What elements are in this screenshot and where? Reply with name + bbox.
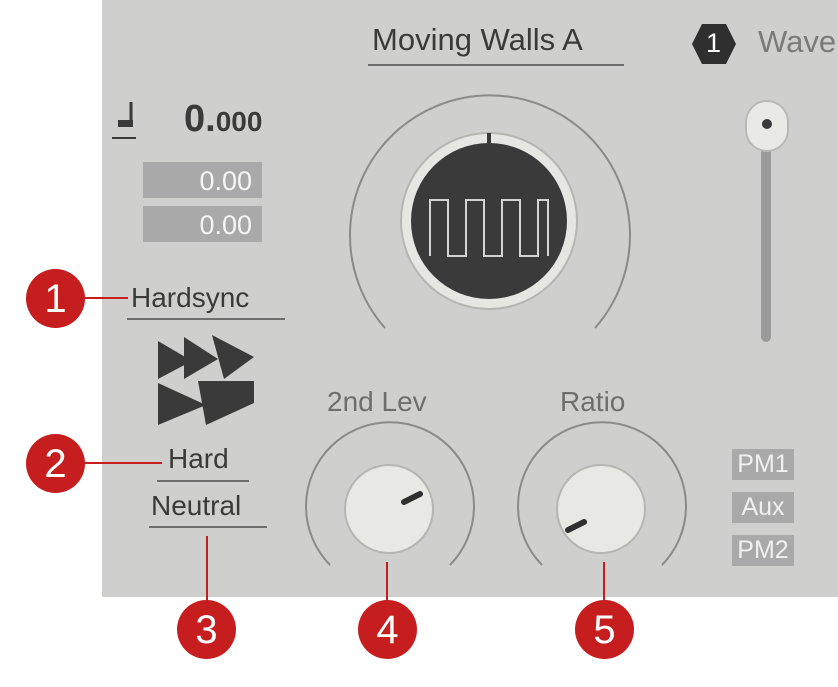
wave-slider-track[interactable] — [761, 120, 771, 342]
wave-number: 1 — [706, 28, 722, 58]
callout-2-line — [82, 462, 162, 464]
preset-title-underline — [368, 64, 624, 66]
sync-mode-label[interactable]: Hard — [168, 443, 229, 475]
hardsync-label[interactable]: Hardsync — [131, 282, 249, 314]
callout-4: 4 — [358, 600, 417, 659]
preset-title[interactable]: Moving Walls A — [372, 22, 583, 58]
second-level-label: 2nd Lev — [327, 386, 427, 417]
mod-tag-pm1[interactable]: PM1 — [732, 449, 794, 480]
tempo-value-small: 000 — [215, 106, 263, 137]
mod-tag-aux[interactable]: Aux — [732, 492, 794, 523]
mod-tag-pm2[interactable]: PM2 — [732, 535, 794, 566]
callout-3: 3 — [177, 600, 236, 659]
tempo-value[interactable]: 0.000 — [184, 98, 262, 141]
fast-forward-icon[interactable] — [158, 333, 256, 425]
callout-2: 2 — [26, 434, 85, 493]
callout-1: 1 — [26, 269, 85, 328]
wave-label[interactable]: Wave — [758, 24, 836, 60]
quarter-note-icon[interactable] — [112, 98, 136, 142]
offset-value-1[interactable]: 0.00 — [143, 162, 262, 198]
callout-4-line — [386, 562, 388, 604]
character-underline — [149, 526, 267, 528]
callout-5: 5 — [575, 600, 634, 659]
second-level-knob[interactable] — [342, 462, 436, 556]
callout-3-line — [206, 536, 208, 602]
offset-value-2[interactable]: 0.00 — [143, 206, 262, 242]
callout-5-line — [603, 562, 605, 604]
character-label[interactable]: Neutral — [151, 490, 241, 522]
wave-slider-handle[interactable] — [744, 99, 790, 153]
callout-1-line — [82, 297, 128, 299]
ratio-knob[interactable] — [554, 462, 648, 556]
ratio-label: Ratio — [560, 386, 626, 417]
square-wave-icon — [429, 199, 549, 257]
tempo-value-big: 0. — [184, 98, 216, 140]
sync-mode-underline — [157, 480, 249, 482]
hardsync-underline — [127, 318, 285, 320]
